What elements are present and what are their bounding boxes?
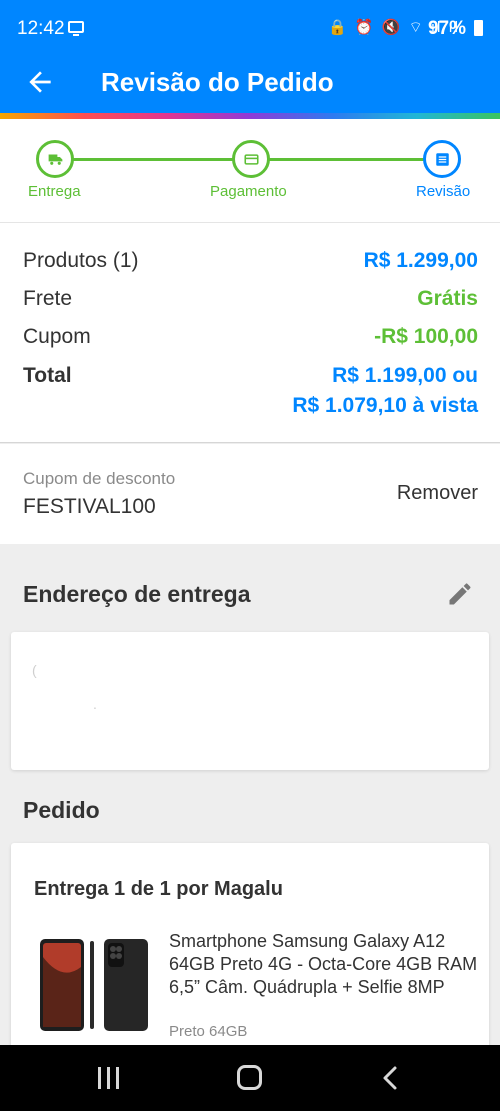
step-label-revisao: Revisão — [416, 183, 471, 200]
edit-pencil-icon[interactable] — [446, 580, 474, 608]
step-revisao[interactable] — [423, 140, 461, 178]
product-image[interactable] — [38, 937, 154, 1037]
order-section-title: Pedido — [23, 797, 100, 823]
page-title: Revisão do Pedido — [101, 67, 334, 97]
total-label: Total — [23, 364, 72, 387]
checkout-stepper: Entrega Pagamento Revisão — [0, 119, 500, 222]
list-icon — [436, 153, 449, 166]
address-card[interactable]: ( . — [11, 632, 489, 770]
coupon-value: -R$ 100,00 — [374, 325, 478, 348]
arrow-back-icon[interactable] — [24, 66, 56, 98]
coupon-label: Cupom — [23, 325, 91, 348]
coupon-section: Cupom de desconto FESTIVAL100 Remover — [0, 444, 500, 544]
summary-shipping-row: Frete Grátis — [23, 287, 478, 317]
remove-coupon-button[interactable]: Remover — [397, 482, 478, 505]
step-label-pagamento: Pagamento — [210, 183, 287, 200]
app-bar: Revisão do Pedido — [0, 58, 500, 113]
address-section-title: Endereço de entrega — [23, 581, 251, 607]
order-card: Entrega 1 de 1 por Magalu Smartphone Sam… — [11, 843, 489, 1053]
coupon-code: FESTIVAL100 — [23, 495, 156, 518]
shipping-label: Frete — [23, 287, 73, 310]
step-label-entrega: Entrega — [28, 183, 81, 200]
nav-back-icon[interactable] — [380, 1065, 400, 1091]
summary-total-row: Total R$ 1.199,00 ou — [23, 364, 478, 394]
products-value: R$ 1.299,00 — [363, 249, 478, 272]
total-cash-value: R$ 1.079,10 à vista — [292, 394, 478, 417]
product-name[interactable]: Smartphone Samsung Galaxy A12 64GB Preto… — [169, 930, 479, 999]
product-variant: Preto 64GB — [169, 1023, 248, 1040]
status-time: 12:42 — [17, 18, 65, 39]
screen-cast-icon — [68, 21, 84, 36]
summary-cash-row: R$ 1.079,10 à vista — [23, 394, 478, 424]
home-icon[interactable] — [237, 1065, 262, 1090]
step-entrega[interactable] — [36, 140, 74, 178]
battery-level: 97% — [427, 18, 466, 39]
system-nav-bar — [0, 1045, 500, 1111]
step-connector — [268, 158, 424, 161]
products-label: Produtos (1) — [23, 249, 139, 272]
battery-icon — [474, 20, 483, 36]
card-icon — [244, 154, 259, 165]
truck-icon — [48, 154, 63, 165]
step-connector — [73, 158, 234, 161]
address-line-1: ( — [32, 662, 37, 678]
summary-products-row: Produtos (1) R$ 1.299,00 — [23, 249, 478, 279]
shipping-value: Grátis — [417, 287, 478, 310]
address-line-2: . — [93, 696, 97, 712]
step-pagamento[interactable] — [232, 140, 270, 178]
delivery-title: Entrega 1 de 1 por Magalu — [34, 878, 283, 900]
total-value: R$ 1.199,00 ou — [332, 364, 478, 387]
order-summary: Produtos (1) R$ 1.299,00 Frete Grátis Cu… — [0, 222, 500, 443]
coupon-caption: Cupom de desconto — [23, 469, 176, 488]
summary-coupon-row: Cupom -R$ 100,00 — [23, 325, 478, 355]
status-bar: 12:42 🔒 ⏰ 🔇 ⌔ ıl ıl 97% — [0, 0, 500, 58]
recent-apps-icon[interactable] — [96, 1067, 122, 1089]
